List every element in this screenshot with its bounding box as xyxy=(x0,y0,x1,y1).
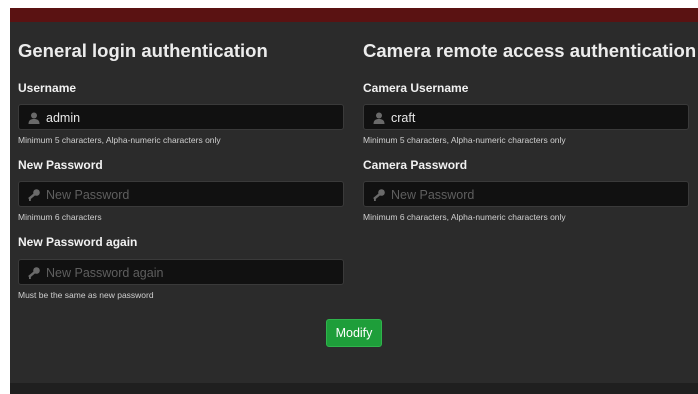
key-icon xyxy=(28,189,40,201)
user-icon xyxy=(28,112,40,124)
username-label: Username xyxy=(18,81,77,95)
top-bar xyxy=(10,8,698,22)
new-password-label: New Password xyxy=(18,158,103,172)
user-icon xyxy=(373,112,385,124)
new-password-again-input[interactable]: New Password again xyxy=(18,259,344,285)
new-password-again-placeholder: New Password again xyxy=(46,266,164,280)
camera-section-title: Camera remote access authentication xyxy=(363,40,697,61)
camera-password-label: Camera Password xyxy=(363,158,468,172)
key-icon xyxy=(28,267,40,279)
new-password-placeholder: New Password xyxy=(46,188,130,202)
new-password-hint: Minimum 6 characters xyxy=(18,212,102,222)
camera-username-input[interactable]: craft xyxy=(363,104,689,130)
footer-strip xyxy=(10,383,698,394)
username-value: admin xyxy=(46,111,81,125)
camera-password-hint: Minimum 6 characters, Alpha-numeric char… xyxy=(363,212,566,222)
modify-button[interactable]: Modify xyxy=(326,319,382,347)
camera-password-placeholder: New Password xyxy=(391,188,475,202)
camera-password-input[interactable]: New Password xyxy=(363,181,689,207)
camera-username-label: Camera Username xyxy=(363,81,469,95)
username-input[interactable]: admin xyxy=(18,104,344,130)
new-password-input[interactable]: New Password xyxy=(18,181,344,207)
new-password-again-label: New Password again xyxy=(18,235,138,249)
settings-panel: General login authentication Username ad… xyxy=(10,8,698,394)
key-icon xyxy=(373,189,385,201)
camera-username-hint: Minimum 5 characters, Alpha-numeric char… xyxy=(363,135,566,145)
username-hint: Minimum 5 characters, Alpha-numeric char… xyxy=(18,135,221,145)
new-password-again-hint: Must be the same as new password xyxy=(18,290,154,300)
camera-username-value: craft xyxy=(391,111,416,125)
general-section-title: General login authentication xyxy=(18,40,268,61)
